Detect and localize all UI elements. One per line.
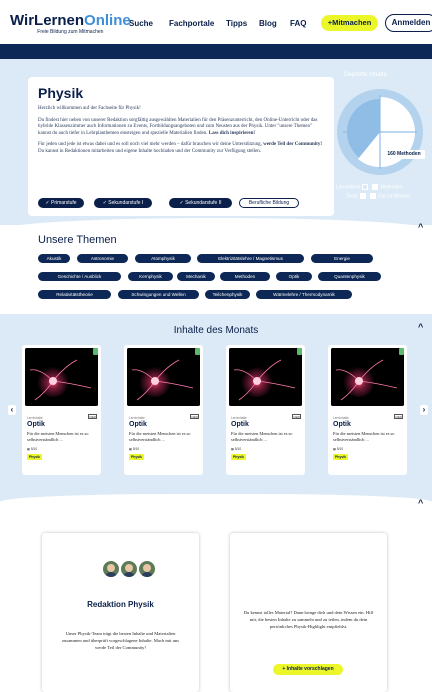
oer-badge: OER <box>292 414 301 419</box>
tag-quantenphysik[interactable]: Quantenphysik <box>318 272 381 281</box>
card-plasma-image <box>229 348 302 406</box>
header-band <box>0 44 432 59</box>
carousel-prev-icon[interactable]: ‹ <box>8 405 16 415</box>
intro-paragraph: Du findest hier neben von unserer Redakt… <box>38 117 318 136</box>
community-paragraph: Für jeden und jede ist etwas dabei und e… <box>38 142 323 154</box>
card-title: Optik <box>231 421 249 428</box>
mitmachen-button[interactable]: +Mitmachen <box>321 15 378 31</box>
legend-box-icon <box>359 193 366 199</box>
legend-row-2: Tools Gut zu Wissen <box>346 193 411 200</box>
stats-title: Geprüfte Inhalte <box>344 72 388 78</box>
tag-schwingungen[interactable]: Schwingungen und Wellen <box>118 290 199 299</box>
chip-sekundarstufe-2[interactable]: ✓ Sekundarstufe II <box>169 198 232 208</box>
collapse-redaktion-chevron-icon[interactable]: ^ <box>418 498 423 508</box>
tag-atomphysik[interactable]: Atomphysik <box>135 254 191 263</box>
chip-sekundarstufe-1[interactable]: ✓ Sekundarstufe I <box>94 198 152 208</box>
card-subject-tag: Physik <box>333 454 348 460</box>
tag-mechanik[interactable]: Mechanik <box>177 272 215 281</box>
logo-tagline: Freie Bildung zum Mitmachen <box>37 29 104 35</box>
editor-avatar <box>139 561 155 577</box>
editor-avatar <box>103 561 119 577</box>
legend-box-icon <box>372 184 379 190</box>
bookmark-icon[interactable] <box>195 348 200 355</box>
tag-optik[interactable]: Optik <box>276 272 312 281</box>
card-plasma-image <box>25 348 98 406</box>
redaktion-text: Unser Physik-Team trägt die besten Inhal… <box>61 631 180 651</box>
card-category: Lerninhalte <box>129 416 145 420</box>
intro-greeting: Herzlich willkommen auf der Fachseite fü… <box>38 106 141 111</box>
card-title: Optik <box>333 421 351 428</box>
tag-geschichte[interactable]: Geschichte / Ausblick <box>38 272 121 281</box>
nav-fachportale[interactable]: Fachportale <box>169 19 214 28</box>
nav-faq[interactable]: FAQ <box>290 19 306 28</box>
content-card[interactable]: Lerninhalte OER Optik Für die meisten Me… <box>328 345 407 475</box>
tag-relativitaetstheorie[interactable]: Relativitätstheorie <box>38 290 111 299</box>
tag-kernphysik[interactable]: Kernphysik <box>128 272 173 281</box>
logo-wordmark: WirLernenOnline <box>10 12 131 29</box>
card-description: Für die meisten Menschen ist es so selbs… <box>231 431 293 442</box>
nav-blog[interactable]: Blog <box>259 19 277 28</box>
content-card[interactable]: Lerninhalte OER Optik Für die meisten Me… <box>226 345 305 475</box>
content-card[interactable]: Lerninhalte OER Optik Für die meisten Me… <box>22 345 101 475</box>
editor-avatar <box>121 561 137 577</box>
legend-box-icon <box>369 193 376 199</box>
oer-badge: OER <box>88 414 97 419</box>
intro-card: Physik Herzlich willkommen auf der Fachs… <box>28 77 334 216</box>
tag-akustik[interactable]: Akustik <box>38 254 70 263</box>
card-subject-tag: Physik <box>27 454 42 460</box>
site-logo[interactable]: WirLernenOnline Freie Bildung zum Mitmac… <box>10 13 131 35</box>
card-title: Optik <box>129 421 147 428</box>
card-meta: ▦ 5/10 <box>129 447 140 451</box>
pie-divider-h <box>343 131 417 133</box>
themen-title: Unsere Themen <box>38 234 117 246</box>
card-category: Lerninhalte <box>231 416 247 420</box>
bookmark-icon[interactable] <box>399 348 404 355</box>
chip-berufliche-bildung[interactable]: Berufliche Bildung <box>239 198 299 208</box>
oer-badge: OER <box>190 414 199 419</box>
card-plasma-image <box>331 348 404 406</box>
suggest-content-button[interactable]: + Inhalte vorschlagen <box>273 664 343 675</box>
methoden-count-badge: 160 Methoden <box>383 150 425 159</box>
nav-suche[interactable]: Suche <box>129 19 153 28</box>
card-category: Lerninhalte <box>27 416 43 420</box>
suggest-text: Du kennst tolles Material? Dann bringe d… <box>243 610 374 630</box>
card-subject-tag: Physik <box>129 454 144 460</box>
card-description: Für die meisten Menschen ist es so selbs… <box>27 431 89 442</box>
legend-row-1: Lernvideos Methoden <box>336 184 403 191</box>
chip-primarstufe[interactable]: ✓ Primarstufe <box>38 198 84 208</box>
tag-astronomie[interactable]: Astronomie <box>77 254 128 263</box>
tag-teilchenphysik[interactable]: Teilchenphysik <box>205 290 250 299</box>
oer-badge: OER <box>394 414 403 419</box>
carousel-next-icon[interactable]: › <box>420 405 428 415</box>
content-card[interactable]: Lerninhalte OER Optik Für die meisten Me… <box>124 345 203 475</box>
content-pie-chart <box>337 89 423 175</box>
redaktion-card <box>42 533 199 692</box>
card-meta: ▦ 5/10 <box>231 447 242 451</box>
legend-box-icon <box>362 184 369 190</box>
tag-methoden[interactable]: Methoden <box>220 272 270 281</box>
redaktion-title: Redaktion Physik <box>87 600 154 609</box>
tag-energie[interactable]: Energie <box>311 254 373 263</box>
anmelden-button[interactable]: Anmelden <box>385 14 432 32</box>
card-title: Optik <box>27 421 45 428</box>
collapse-hero-chevron-icon[interactable]: ^ <box>418 222 423 232</box>
bookmark-icon[interactable] <box>93 348 98 355</box>
inhalte-title: Inhalte des Monats <box>173 325 259 336</box>
card-plasma-image <box>127 348 200 406</box>
card-meta: ▦ 5/10 <box>27 447 38 451</box>
card-description: Für die meisten Menschen ist es so selbs… <box>129 431 191 442</box>
card-subject-tag: Physik <box>231 454 246 460</box>
tag-elektrizitaetslehre[interactable]: Elektrizitätslehre / Magnetismus <box>197 254 304 263</box>
card-meta: ▦ 5/10 <box>333 447 344 451</box>
bookmark-icon[interactable] <box>297 348 302 355</box>
nav-tipps[interactable]: Tipps <box>226 19 247 28</box>
site-header: WirLernenOnline Freie Bildung zum Mitmac… <box>0 0 432 44</box>
tag-waermelehre[interactable]: Wärmelehre / Thermodynamik <box>256 290 352 299</box>
card-category: Lerninhalte <box>333 416 349 420</box>
card-description: Für die meisten Menschen ist es so selbs… <box>333 431 395 442</box>
page-title: Physik <box>38 85 84 101</box>
